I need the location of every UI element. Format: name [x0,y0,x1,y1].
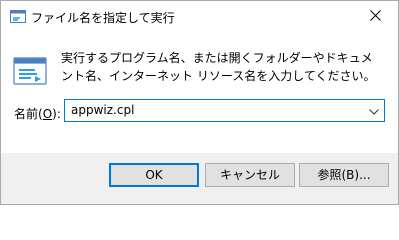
dialog-footer: OK キャンセル 参照(B)... [1,153,398,204]
browse-button[interactable]: 参照(B)... [299,163,389,187]
cancel-button[interactable]: キャンセル [205,163,295,187]
close-icon [369,9,381,24]
open-input[interactable]: appwiz.cpl [71,103,134,117]
close-button[interactable] [352,1,398,32]
open-label: 名前(O): [14,105,61,122]
dialog-description: 実行するプログラム名、または開くフォルダーやドキュメント名、インターネット リソ… [61,51,376,83]
run-dialog: ファイル名を指定して実行 実行するプログラム名、または開くフォルダーやドキュメン… [0,0,399,205]
window-title: ファイル名を指定して実行 [31,11,175,25]
ok-button[interactable]: OK [109,163,199,187]
open-label-prefix: 名前( [14,107,43,121]
open-label-accelerator: O [42,107,53,121]
dialog-content: 実行するプログラム名、または開くフォルダーやドキュメント名、インターネット リソ… [1,32,398,153]
chevron-down-icon [369,104,379,118]
title-bar[interactable]: ファイル名を指定して実行 [1,1,398,32]
run-icon [13,57,49,87]
open-combobox[interactable]: appwiz.cpl [64,99,385,122]
open-label-suffix: ): [52,107,61,121]
run-icon [10,10,26,23]
dropdown-button[interactable] [364,100,384,121]
